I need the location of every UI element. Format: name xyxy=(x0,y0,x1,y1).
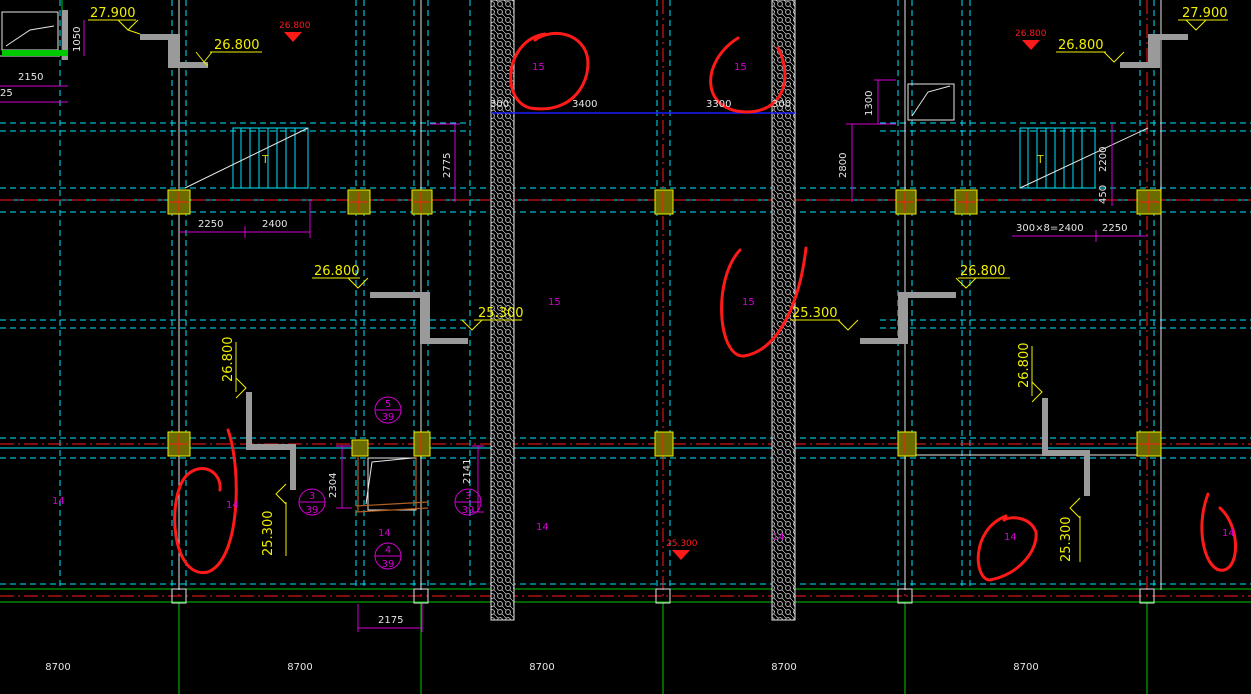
drawing-background xyxy=(0,0,1251,694)
span-1: 8700 xyxy=(45,662,70,673)
slab-15-a: 15 xyxy=(532,62,545,73)
dim-top-300b: 300 xyxy=(772,99,791,110)
red-level-bottom: 25.300 xyxy=(666,539,698,549)
red-level-top-right: 26.800 xyxy=(1015,29,1047,39)
elev-landing-left: 25.300 xyxy=(478,306,524,321)
svg-text:39: 39 xyxy=(382,412,395,423)
elev-vert-right-bottom: 25.300 xyxy=(1059,517,1074,563)
dim-3300: 3300 xyxy=(706,99,731,110)
dim-2150: 2150 xyxy=(18,72,43,83)
stair-label-left: T xyxy=(261,153,269,166)
svg-text:3: 3 xyxy=(465,491,471,502)
dim-2775: 2775 xyxy=(442,153,453,178)
svg-text:4: 4 xyxy=(385,545,391,556)
slab-15-b: 15 xyxy=(734,62,747,73)
dim-2304: 2304 xyxy=(328,473,339,498)
elev-top-right: 27.900 xyxy=(1182,6,1228,21)
dim-tread: 300×8=2400 xyxy=(1016,223,1084,234)
svg-text:39: 39 xyxy=(382,559,395,570)
slab-14-d: 14 xyxy=(536,522,549,533)
dim-1300: 1300 xyxy=(864,91,875,116)
svg-text:3: 3 xyxy=(309,491,315,502)
slab-15-d: 15 xyxy=(742,297,755,308)
dim-2141: 2141 xyxy=(462,459,473,484)
elev-top-left: 27.900 xyxy=(90,6,136,21)
dim-2250-right: 2250 xyxy=(1102,223,1127,234)
dim-3400: 3400 xyxy=(572,99,597,110)
elev-vert-right-top: 26.800 xyxy=(1017,343,1032,389)
span-5: 8700 xyxy=(1013,662,1038,673)
elev-vert-left-bottom: 25.300 xyxy=(261,511,276,557)
red-level-top-left: 26.800 xyxy=(279,21,311,31)
dim-2200: 2200 xyxy=(1098,147,1109,172)
slab-14-g: 14 xyxy=(1222,528,1235,539)
dim-2400-left: 2400 xyxy=(262,219,287,230)
slab-14-a: 14 xyxy=(52,496,65,507)
dim-450: 450 xyxy=(1098,185,1109,204)
elev-landing-right: 25.300 xyxy=(792,306,838,321)
elev-mid-left: 26.800 xyxy=(314,264,360,279)
dim-top-300a: 300 xyxy=(490,99,509,110)
elev-mid-right: 26.800 xyxy=(960,264,1006,279)
span-2: 8700 xyxy=(287,662,312,673)
slab-14-e: 14 xyxy=(772,532,785,543)
slab-15-c: 15 xyxy=(548,297,561,308)
elev-upper-right: 26.800 xyxy=(1058,38,1104,53)
stair-label-right: T xyxy=(1036,153,1044,166)
svg-text:39: 39 xyxy=(306,505,319,516)
cad-drawing-canvas[interactable]: T T 27.900 27.900 26.800 26.800 26.800 2… xyxy=(0,0,1251,694)
dim-1050: 1050 xyxy=(72,27,83,52)
dim-2175: 2175 xyxy=(378,615,403,626)
svg-text:5: 5 xyxy=(385,399,391,410)
slab-14-b: 14 xyxy=(226,500,239,511)
slab-14-c: 14 xyxy=(378,528,391,539)
span-4: 8700 xyxy=(771,662,796,673)
dim-2250-left: 2250 xyxy=(198,219,223,230)
elev-upper-left: 26.800 xyxy=(214,38,260,53)
svg-text:39: 39 xyxy=(462,505,475,516)
elev-vert-left-top: 26.800 xyxy=(221,337,236,383)
dim-2800: 2800 xyxy=(838,153,849,178)
slab-14-f: 14 xyxy=(1004,532,1017,543)
dim-25: 25 xyxy=(0,88,13,99)
span-3: 8700 xyxy=(529,662,554,673)
